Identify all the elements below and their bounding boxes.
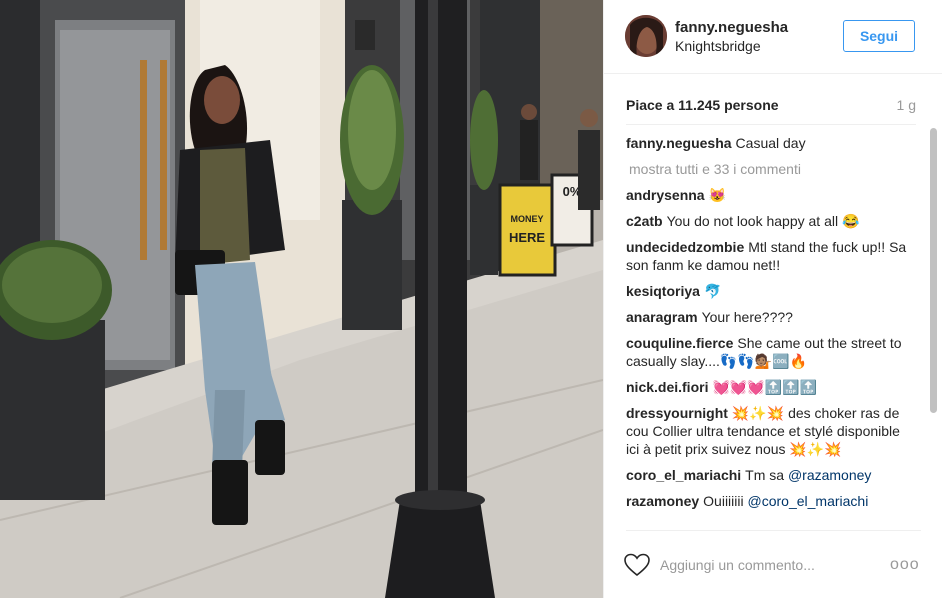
comment-mention[interactable]: @coro_el_mariachi [748,493,869,509]
list-item: coro_el_mariachi Tm sa @razamoney [626,466,909,484]
list-item: dressyournight 💥✨💥 des choker ras de cou … [626,404,909,458]
caption: fanny.neguesha Casual day [626,134,909,152]
list-item: couquline.fierce She came out the street … [626,334,909,370]
follow-button[interactable]: Segui [843,20,915,52]
caption-text: Casual day [735,135,806,151]
sign1-here-text: HERE [509,230,545,245]
comments-scrollbar[interactable] [930,128,937,413]
comment-text: 🐬 [703,283,722,299]
comment-username[interactable]: andrysenna [626,187,705,203]
list-item: anaragram Your here???? [626,308,909,326]
comment-text: Tm sa [745,467,788,483]
comment-username[interactable]: razamoney [626,493,699,509]
list-item: undecidedzombie Mtl stand the fuck up!! S… [626,238,909,274]
comment-username[interactable]: couquline.fierce [626,335,733,351]
post-photo[interactable]: MONEY HERE 0% [0,0,603,598]
likes-row: Piace a 11.245 persone 1 g [626,97,916,117]
street-photo-illustration: MONEY HERE 0% [0,0,603,598]
avatar-image [625,15,667,57]
comment-mention[interactable]: @razamoney [788,467,871,483]
show-all-comments-link[interactable]: mostra tutti e 33 i commenti [629,160,909,178]
divider [626,124,916,125]
comment-username[interactable]: nick.dei.fiori [626,379,708,395]
more-options-icon[interactable]: ooo [890,556,920,574]
caption-username[interactable]: fanny.neguesha [626,135,732,151]
list-item: andrysenna 😻 [626,186,909,204]
comment-input[interactable] [660,554,880,576]
comment-text: 💓💓💓🔝🔝🔝 [712,379,818,395]
comment-username[interactable]: anaragram [626,309,698,325]
comment-username[interactable]: c2atb [626,213,663,229]
comment-username[interactable]: dressyournight [626,405,728,421]
post-details-panel: fanny.neguesha Knightsbridge Segui Piace… [603,0,942,598]
post-age[interactable]: 1 g [897,97,916,113]
comment-username[interactable]: coro_el_mariachi [626,467,741,483]
comment-footer: ooo [604,530,942,598]
comment-username[interactable]: kesiqtoriya [626,283,700,299]
comment-text: 😻 [708,187,727,203]
list-item: razamoney Ouiiiiiii @coro_el_mariachi [626,492,909,510]
list-item: c2atb You do not look happy at all 😂 [626,212,909,230]
list-item: kesiqtoriya 🐬 [626,282,909,300]
post-header: fanny.neguesha Knightsbridge Segui [604,0,942,74]
sign1-money-text: MONEY [510,214,543,224]
header-username[interactable]: fanny.neguesha [675,19,788,36]
divider [626,530,921,531]
avatar[interactable] [625,15,667,57]
comment-text: Your here???? [701,309,793,325]
comment-text: Ouiiiiiii [703,493,748,509]
header-location[interactable]: Knightsbridge [675,38,761,54]
list-item: nick.dei.fiori 💓💓💓🔝🔝🔝 [626,378,909,396]
comments-list[interactable]: fanny.neguesha Casual day mostra tutti e … [626,134,909,528]
comment-username[interactable]: undecidedzombie [626,239,744,255]
heart-icon[interactable] [624,553,650,577]
comment-text: You do not look happy at all 😂 [666,213,860,229]
likes-count[interactable]: Piace a 11.245 persone [626,97,779,113]
